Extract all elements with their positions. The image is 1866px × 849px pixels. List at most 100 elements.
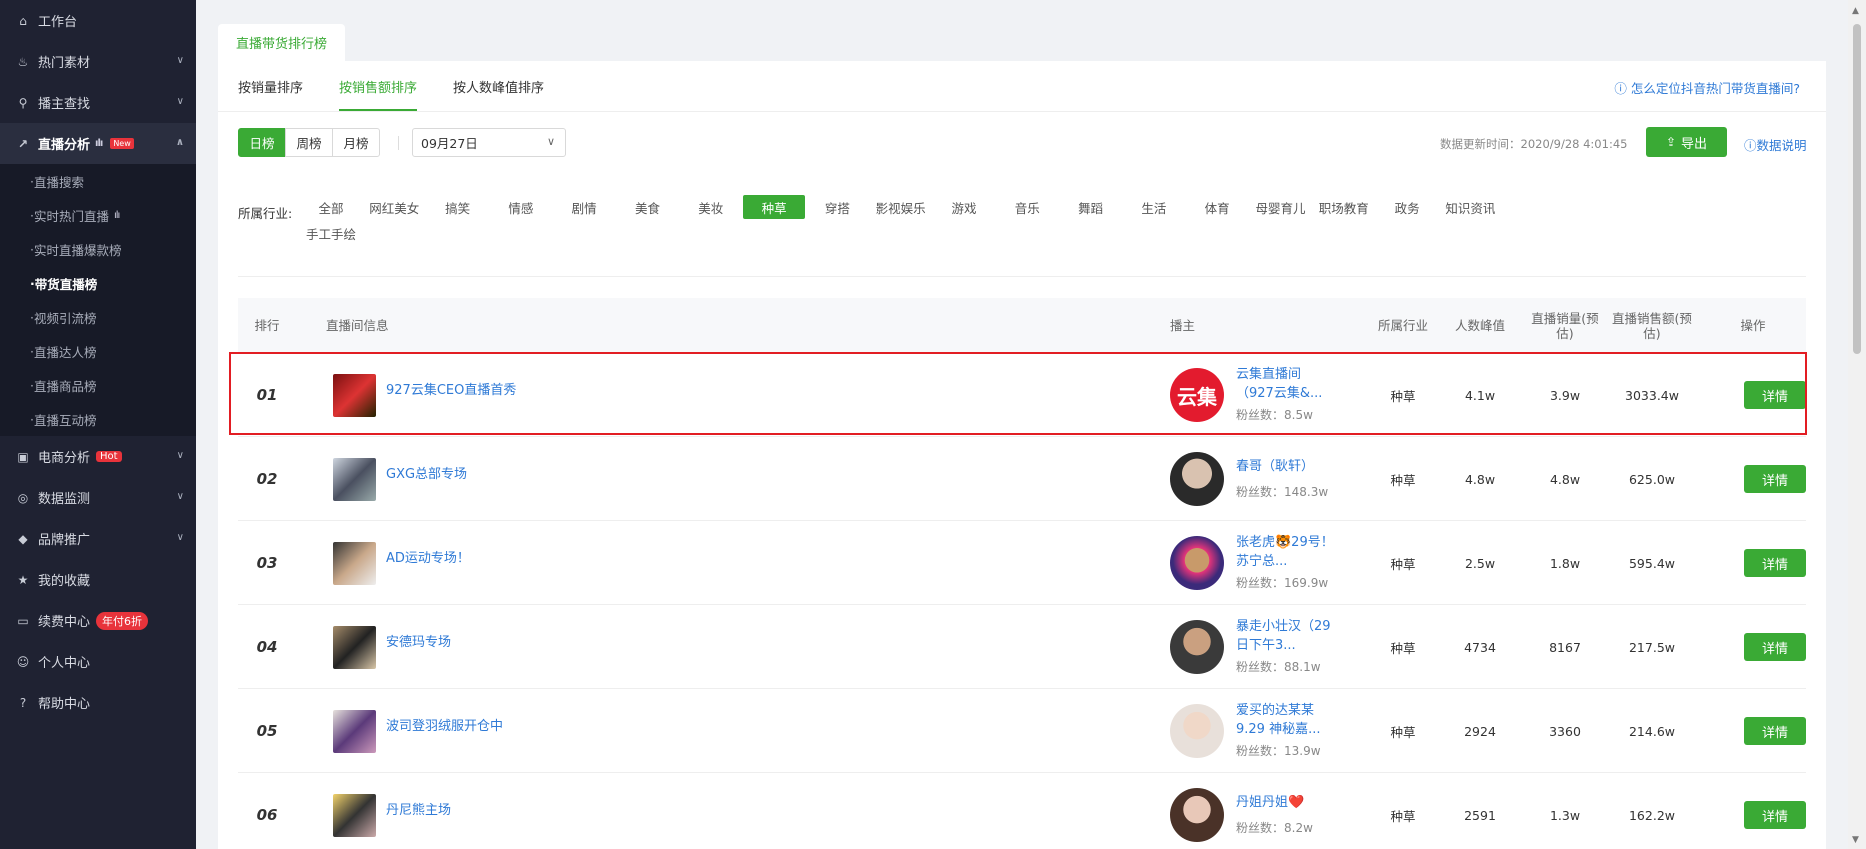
industry-option[interactable]: 剧情 (553, 195, 615, 219)
arrow-down-icon[interactable]: ▼ (1852, 835, 1859, 845)
room-thumbnail[interactable] (333, 374, 376, 417)
industry-option[interactable]: 种草 (743, 195, 806, 219)
detail-button[interactable]: 详情 (1744, 717, 1806, 745)
room-title-link[interactable]: GXG总部专场 (386, 463, 467, 482)
avatar[interactable]: 云集 (1170, 368, 1224, 422)
amount-cell: 595.4w (1628, 555, 1675, 571)
avatar[interactable] (1170, 452, 1224, 506)
help-link[interactable]: ⓘ 怎么定位抖音热门带货直播间? (1614, 78, 1800, 97)
industry-option[interactable]: 手工手绘 (300, 221, 362, 245)
sub-item-interaction-rank[interactable]: · 直播互动榜 (0, 402, 196, 436)
detail-button[interactable]: 详情 (1744, 633, 1806, 661)
industry-option[interactable]: 情感 (490, 195, 552, 219)
monthly-button[interactable]: 月榜 (332, 128, 380, 157)
industry-cell: 种草 (1390, 556, 1416, 572)
nav-monitoring[interactable]: ◎ 数据监测 ∨ (0, 477, 196, 518)
sub-item-product-rank[interactable]: · 直播商品榜 (0, 368, 196, 402)
avatar[interactable] (1170, 788, 1224, 842)
room-title-link[interactable]: 波司登羽绒服开仓中 (386, 715, 503, 734)
host-name-link[interactable]: 春哥（耿轩） (1236, 457, 1336, 476)
tab-sort-volume[interactable]: 按销量排序 (238, 61, 303, 111)
weekly-button[interactable]: 周榜 (285, 128, 333, 157)
room-thumbnail[interactable] (333, 794, 376, 837)
avatar[interactable] (1170, 536, 1224, 590)
data-note-link[interactable]: ⓘ数据说明 (1744, 135, 1807, 154)
room-title-link[interactable]: 安德玛专场 (386, 631, 451, 650)
industry-option[interactable]: 母婴育儿 (1250, 195, 1312, 219)
industry-option[interactable]: 美妆 (680, 195, 742, 219)
industry-option[interactable]: 知识资讯 (1439, 195, 1501, 219)
avatar[interactable] (1170, 704, 1224, 758)
nav-label: 播主查找 (38, 97, 91, 112)
sub-item-video-traffic[interactable]: · 视频引流榜 (0, 300, 196, 334)
industry-option[interactable]: 搞笑 (427, 195, 489, 219)
industry-option[interactable]: 舞蹈 (1060, 195, 1122, 219)
detail-button[interactable]: 详情 (1744, 801, 1806, 829)
nav-hot-material[interactable]: ♨ 热门素材 ∨ (0, 41, 196, 82)
industry-option[interactable]: 网红美女 (363, 195, 425, 219)
peak-cell: 4.1w (1464, 387, 1496, 403)
room-thumbnail[interactable] (333, 710, 376, 753)
nav-host-search[interactable]: ⚲ 播主查找 ∨ (0, 82, 196, 123)
room-title-link[interactable]: 927云集CEO直播首秀 (386, 379, 516, 398)
sub-item-realtime-hot[interactable]: · 实时热门直播 ılı (0, 198, 196, 232)
nav-workbench[interactable]: ⌂ 工作台 (0, 0, 196, 41)
host-name-link[interactable]: 暴走小壮汉（29日下午3... (1236, 617, 1336, 655)
export-button[interactable]: ⇪ 导出 (1646, 127, 1727, 157)
industry-cell: 种草 (1390, 640, 1416, 656)
industry-option[interactable]: 游戏 (933, 195, 995, 219)
sub-item-sales-rank[interactable]: · 带货直播榜 (0, 266, 196, 300)
nav-favorites[interactable]: ★ 我的收藏 (0, 559, 196, 600)
industry-option[interactable]: 音乐 (996, 195, 1058, 219)
divider (218, 111, 1826, 112)
bar-chart-icon: ılı (95, 138, 103, 149)
nav-renewal[interactable]: ▭ 续费中心 年付6折 (0, 600, 196, 641)
sub-item-label: 带货直播榜 (34, 276, 98, 292)
tab-sort-peak[interactable]: 按人数峰值排序 (453, 61, 544, 111)
industry-cell: 种草 (1390, 808, 1416, 824)
host-name-link[interactable]: 爱买的达某某9.29 神秘嘉... (1236, 701, 1336, 739)
industry-option[interactable]: 生活 (1123, 195, 1185, 219)
room-title-link[interactable]: 丹尼熊主场 (386, 799, 451, 818)
nav-profile[interactable]: ☺ 个人中心 (0, 641, 196, 682)
industry-option[interactable]: 影视娱乐 (870, 195, 932, 219)
host-name-link[interactable]: 云集直播间（927云集&... (1236, 365, 1336, 403)
sub-item-live-search[interactable]: · 直播搜索 (0, 164, 196, 198)
star-icon: ★ (17, 572, 29, 587)
scroll-thumb[interactable] (1853, 24, 1861, 354)
industry-cell: 种草 (1390, 472, 1416, 488)
sub-item-realtime-hit[interactable]: · 实时直播爆款榜 (0, 232, 196, 266)
arrow-up-icon[interactable]: ▲ (1852, 6, 1859, 16)
chevron-down-icon: ∨ (176, 96, 184, 107)
scrollbar[interactable]: ▲ ▼ (1848, 0, 1866, 849)
room-title-link[interactable]: AD运动专场！ (386, 547, 470, 566)
tab-sort-amount[interactable]: 按销售额排序 (339, 61, 418, 111)
rank-card: 按销量排序 按销售额排序 按人数峰值排序 ⓘ 怎么定位抖音热门带货直播间? 日榜… (218, 61, 1826, 849)
tab-live-sales-rank[interactable]: 直播带货排行榜 (218, 24, 346, 61)
industry-option[interactable]: 穿搭 (806, 195, 868, 219)
detail-button[interactable]: 详情 (1744, 381, 1806, 409)
detail-button[interactable]: 详情 (1744, 549, 1806, 577)
avatar[interactable] (1170, 620, 1224, 674)
industry-option[interactable]: 全部 (300, 195, 362, 219)
industry-option[interactable]: 体育 (1186, 195, 1248, 219)
host-name-link[interactable]: 丹姐丹姐❤️ (1236, 793, 1336, 812)
nav-help[interactable]: ? 帮助中心 (0, 682, 196, 723)
industry-option[interactable]: 政务 (1376, 195, 1438, 219)
detail-button[interactable]: 详情 (1744, 465, 1806, 493)
nav-ecommerce[interactable]: ▣ 电商分析 Hot ∨ (0, 436, 196, 477)
room-thumbnail[interactable] (333, 542, 376, 585)
peak-cell: 2.5w (1464, 555, 1496, 571)
host-name-link[interactable]: 张老虎🐯29号！苏宁总... (1236, 533, 1336, 571)
sort-tabs: 按销量排序 按销售额排序 按人数峰值排序 (238, 61, 580, 111)
bar-chart-icon: ılı (114, 209, 120, 221)
nav-live-analysis[interactable]: ↗ 直播分析 ılı New ∧ (0, 123, 196, 164)
industry-option[interactable]: 美食 (617, 195, 679, 219)
daily-button[interactable]: 日榜 (238, 128, 286, 157)
room-thumbnail[interactable] (333, 458, 376, 501)
nav-brand[interactable]: ◆ 品牌推广 ∨ (0, 518, 196, 559)
room-thumbnail[interactable] (333, 626, 376, 669)
date-select[interactable]: 09月27日 ∨ (412, 128, 566, 157)
industry-option[interactable]: 职场教育 (1313, 195, 1375, 219)
sub-item-talent-rank[interactable]: · 直播达人榜 (0, 334, 196, 368)
